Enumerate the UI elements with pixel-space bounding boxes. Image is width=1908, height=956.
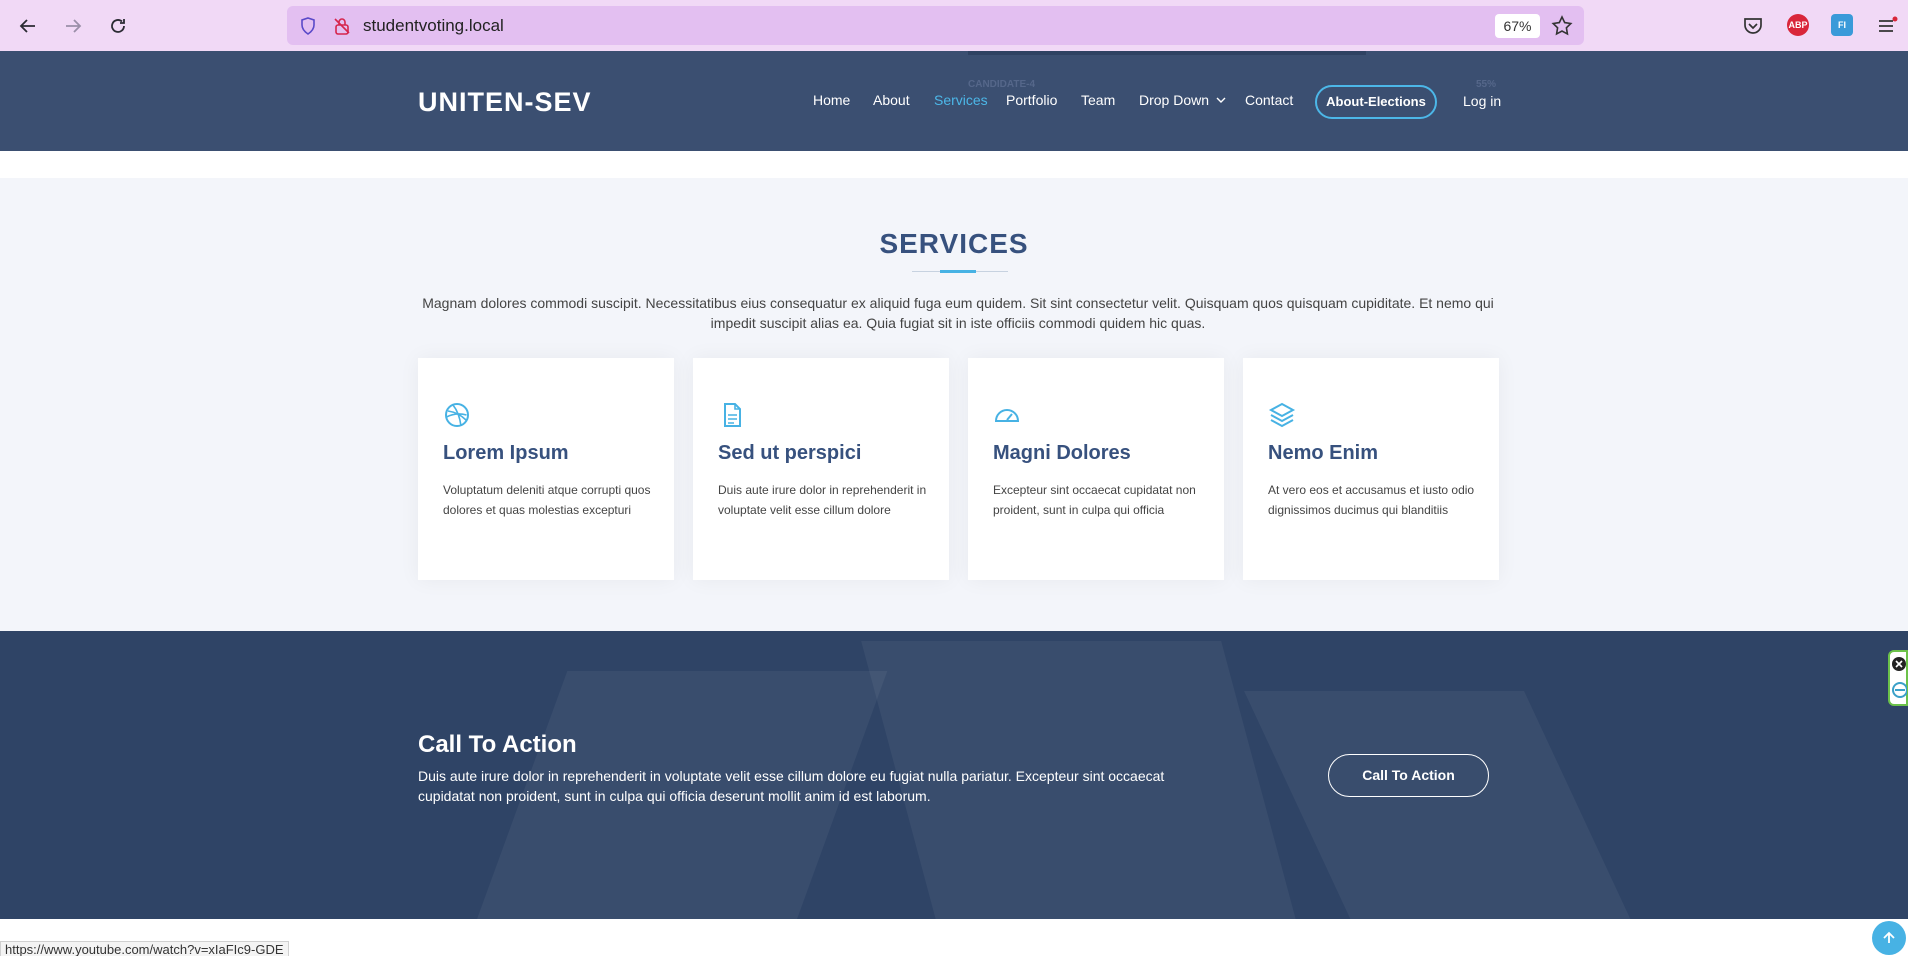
service-card-title[interactable]: Sed ut perspici xyxy=(718,442,861,465)
background-building xyxy=(1244,691,1636,919)
speedometer-icon xyxy=(993,401,1021,429)
about-elections-button[interactable]: About-Elections xyxy=(1315,85,1437,119)
back-to-top-button[interactable] xyxy=(1872,921,1906,955)
insecure-lock-icon[interactable] xyxy=(332,16,352,36)
file-icon xyxy=(718,401,746,429)
status-bar-url: https://www.youtube.com/watch?v=xIaFIc9-… xyxy=(0,941,289,956)
side-extension-widget[interactable] xyxy=(1888,650,1908,706)
services-description: Magnam dolores commodi suscipit. Necessi… xyxy=(422,295,1494,331)
nav-team[interactable]: Team xyxy=(1081,92,1115,108)
cta-text: Duis aute irure dolor in reprehenderit i… xyxy=(418,768,1165,804)
title-underline-accent xyxy=(940,270,976,273)
service-card[interactable]: Lorem Ipsum Voluptatum deleniti atque co… xyxy=(418,358,674,580)
service-card[interactable]: Sed ut perspici Duis aute irure dolor in… xyxy=(693,358,949,580)
service-card-title[interactable]: Nemo Enim xyxy=(1268,442,1378,465)
nav-contact[interactable]: Contact xyxy=(1245,92,1293,108)
reload-icon xyxy=(111,19,125,33)
service-card[interactable]: Magni Dolores Excepteur sint occaecat cu… xyxy=(968,358,1224,580)
service-card-title[interactable]: Lorem Ipsum xyxy=(443,442,569,465)
service-card-title[interactable]: Magni Dolores xyxy=(993,442,1131,465)
arrow-up-icon xyxy=(1883,931,1895,943)
forward-button[interactable] xyxy=(57,10,89,42)
service-card-text: Excepteur sint occaecat cupidatat non pr… xyxy=(993,483,1196,517)
site-logo[interactable]: UNITEN-SEV xyxy=(418,87,592,118)
pocket-icon[interactable] xyxy=(1742,15,1764,37)
nav-portfolio[interactable]: Portfolio xyxy=(1006,92,1057,108)
login-link[interactable]: Log in xyxy=(1463,93,1501,109)
url-text[interactable]: studentvoting.local xyxy=(363,16,504,36)
header-ghost-label: CANDIDATE-4 xyxy=(968,79,1036,90)
services-title: SERVICES xyxy=(879,228,1029,259)
browser-toolbar: studentvoting.local 67% ABP FI xyxy=(0,0,1908,51)
nav-home[interactable]: Home xyxy=(813,92,850,108)
arrow-left-icon xyxy=(19,19,35,33)
service-card-text: Duis aute irure dolor in reprehenderit i… xyxy=(718,483,927,517)
extension-logo-icon[interactable] xyxy=(1891,680,1907,700)
dribbble-icon xyxy=(443,401,471,429)
section-divider xyxy=(0,151,1908,178)
extension-icon[interactable]: FI xyxy=(1831,14,1853,36)
header-ghost-percent: 55% xyxy=(1476,79,1497,90)
bookmark-star-icon[interactable] xyxy=(1550,14,1574,38)
services-section: SERVICES Magnam dolores commodi suscipit… xyxy=(0,178,1908,631)
adblock-icon[interactable]: ABP xyxy=(1787,14,1809,36)
nav-about[interactable]: About xyxy=(873,92,910,108)
reload-button[interactable] xyxy=(102,10,134,42)
close-icon[interactable] xyxy=(1891,656,1907,672)
header-background-strip xyxy=(968,51,1366,55)
call-to-action-button[interactable]: Call To Action xyxy=(1328,754,1489,797)
service-card-text: Voluptatum deleniti atque corrupti quos … xyxy=(443,483,651,517)
address-bar[interactable]: studentvoting.local 67% xyxy=(287,6,1584,45)
nav-drop-down-label: Drop Down xyxy=(1139,92,1210,108)
cta-title: Call To Action xyxy=(418,731,577,758)
nav-drop-down[interactable]: Drop Down xyxy=(1139,92,1226,108)
service-card[interactable]: Nemo Enim At vero eos et accusamus et iu… xyxy=(1243,358,1499,580)
chevron-down-icon xyxy=(1216,97,1226,103)
nav-services[interactable]: Services xyxy=(934,92,988,108)
arrow-right-icon xyxy=(66,19,82,33)
zoom-level[interactable]: 67% xyxy=(1495,14,1540,38)
menu-icon[interactable] xyxy=(1876,15,1898,37)
shield-icon[interactable] xyxy=(298,16,318,36)
service-card-text: At vero eos et accusamus et iusto odio d… xyxy=(1268,483,1475,517)
call-to-action-section: Call To Action Duis aute irure dolor in … xyxy=(0,631,1908,919)
layers-icon xyxy=(1268,401,1296,429)
site-header: CANDIDATE-4 55% UNITEN-SEV Home About Se… xyxy=(0,51,1908,151)
back-button[interactable] xyxy=(12,10,44,42)
